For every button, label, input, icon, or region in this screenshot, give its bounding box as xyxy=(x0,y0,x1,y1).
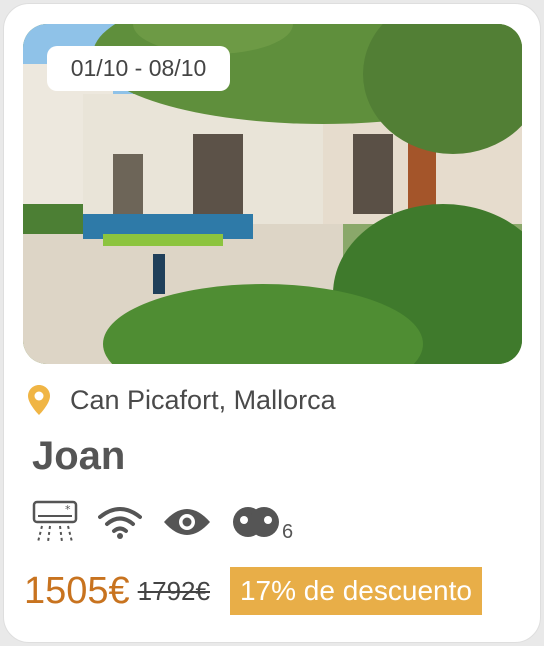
current-price: 1505€ xyxy=(24,569,130,612)
svg-text:*: * xyxy=(65,503,71,516)
property-photo[interactable]: 01/10 - 08/10 xyxy=(23,24,522,364)
original-price: 1792€ xyxy=(137,575,210,606)
price-block: 1505€ 1792€ 17% de descuento xyxy=(24,567,482,615)
guests-icon: 6 xyxy=(232,504,293,543)
air-conditioning-icon: * xyxy=(32,500,78,544)
date-range-badge: 01/10 - 08/10 xyxy=(47,46,230,91)
view-icon xyxy=(162,506,212,538)
location-pin-icon xyxy=(28,385,50,415)
location-text: Can Picafort, Mallorca xyxy=(70,384,336,415)
property-name[interactable]: Joan xyxy=(32,434,125,479)
wifi-icon xyxy=(98,505,142,539)
location: Can Picafort, Mallorca xyxy=(28,382,336,418)
guest-count: 6 xyxy=(282,521,294,543)
listing-card[interactable]: 01/10 - 08/10 Can Picafort, Mallorca Joa… xyxy=(3,3,541,643)
discount-badge: 17% de descuento xyxy=(229,567,482,615)
amenities: * 6 xyxy=(32,500,313,544)
